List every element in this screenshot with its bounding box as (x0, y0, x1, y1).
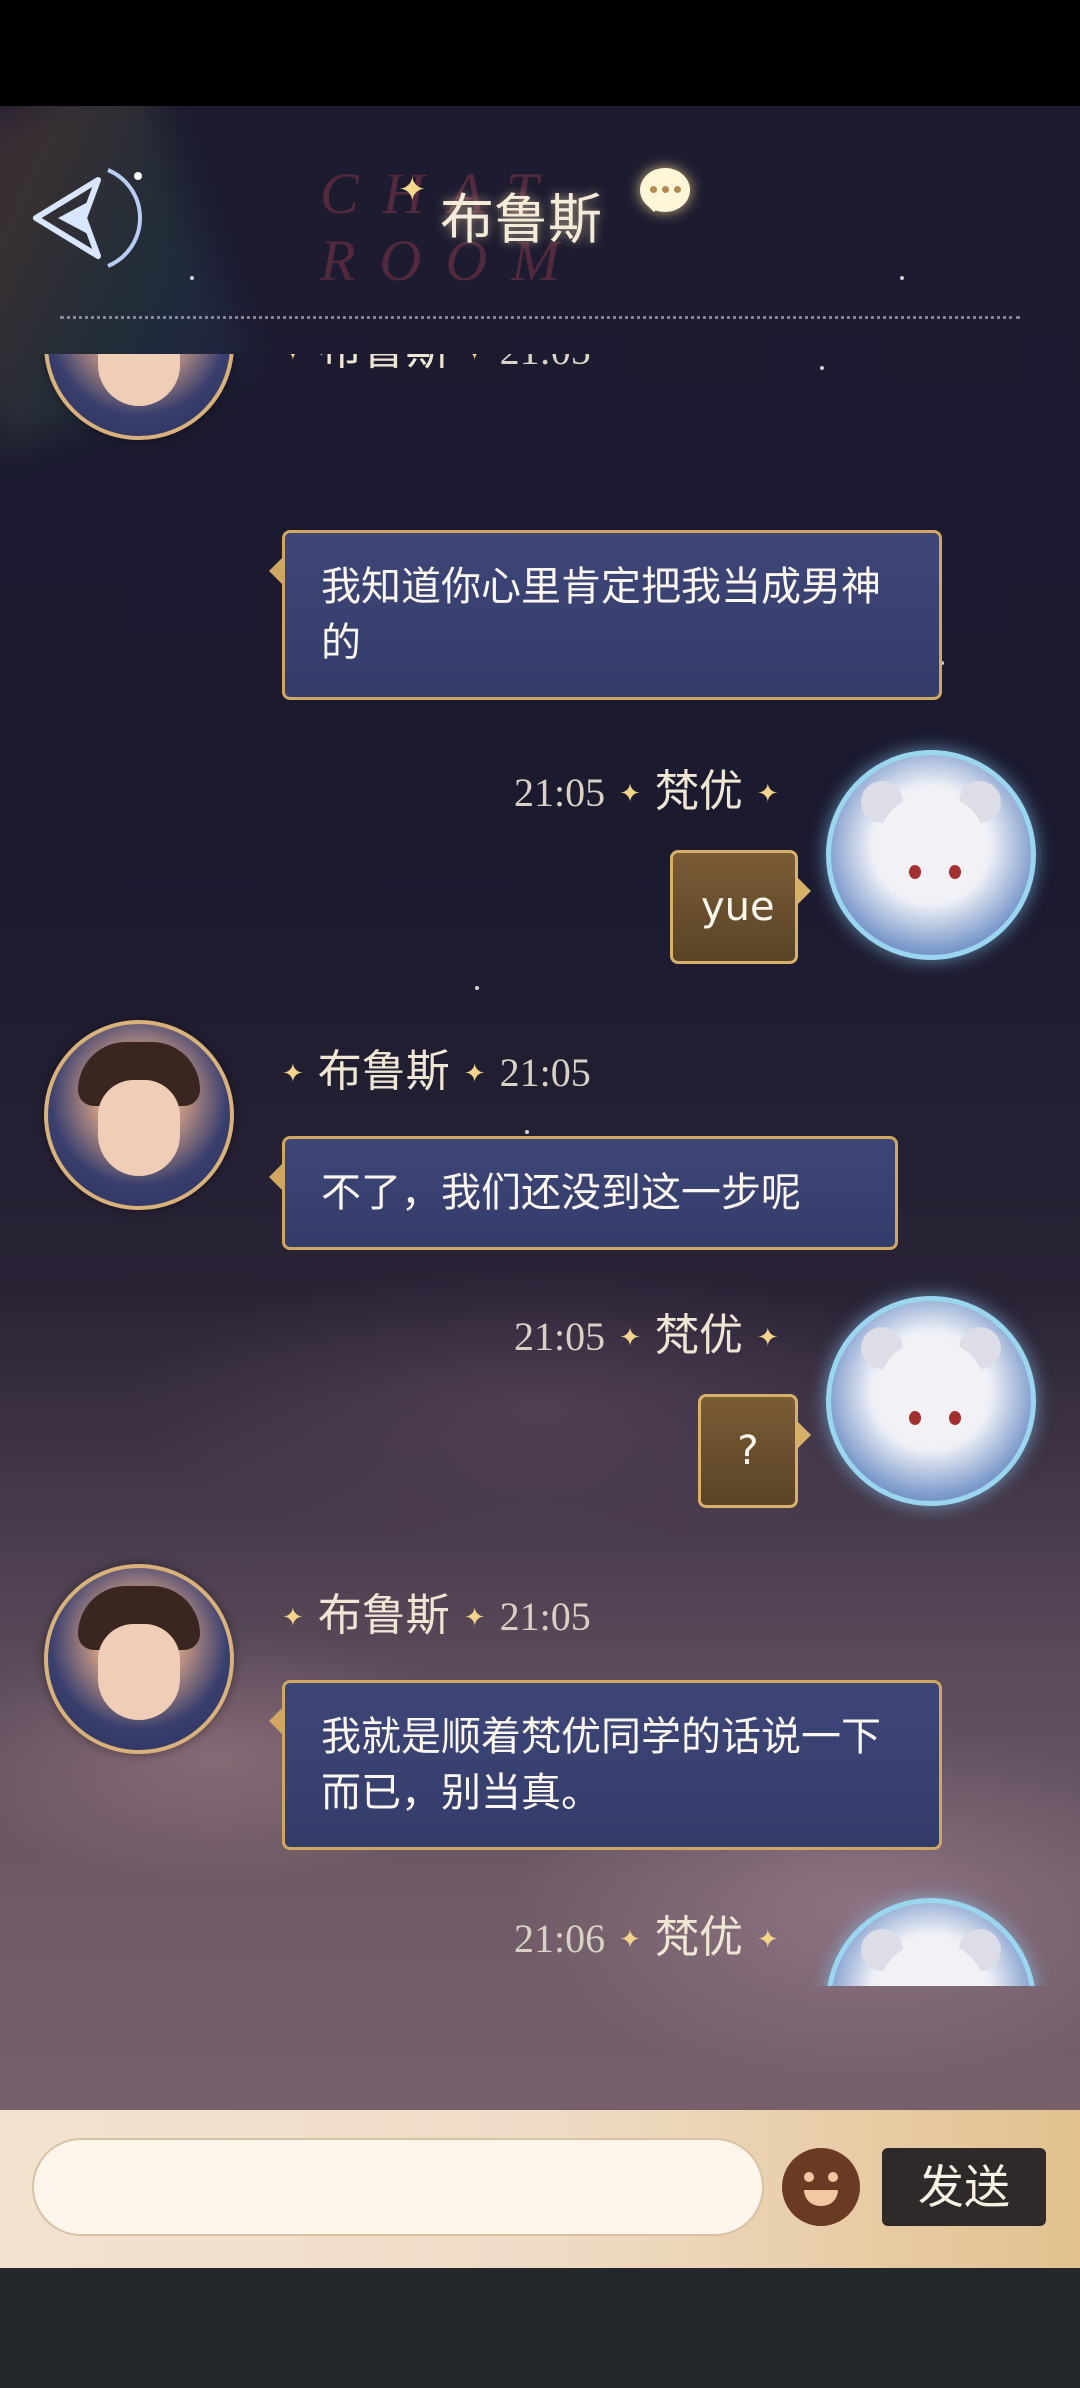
message-time: 21:05 (514, 770, 606, 815)
back-arrow-icon (33, 168, 142, 268)
message-time: 21:05 (500, 354, 591, 373)
avatar-bruce[interactable] (44, 1020, 234, 1210)
send-button[interactable]: 发送 (882, 2148, 1046, 2226)
sparkle-icon: ✦ (398, 170, 427, 210)
star-decoration (900, 276, 904, 280)
sender-name: 布鲁斯 (317, 1046, 450, 1097)
message-bubble-left[interactable]: 我就是顺着梵优同学的话说一下而已，别当真。 (269, 1680, 942, 1850)
message-meta: 21:05 ✦ 梵优 ✦ (514, 1310, 779, 1361)
message-bubble-left[interactable]: 我知道你心里肯定把我当成男神的 (269, 530, 942, 700)
message-input[interactable] (32, 2138, 764, 2236)
avatar-fanyou[interactable] (826, 1296, 1036, 1506)
page-title: 布鲁斯 (440, 188, 602, 251)
sender-name: 梵优 (654, 1912, 743, 1963)
back-button[interactable] (28, 160, 158, 270)
emoji-button[interactable] (782, 2148, 860, 2226)
message-time: 21:05 (499, 1594, 591, 1639)
avatar-bruce[interactable] (44, 1564, 234, 1754)
star-decoration (190, 276, 194, 280)
message-meta: ✦布鲁斯✦21:05 (282, 1046, 591, 1097)
header-divider (60, 316, 1020, 319)
sender-name: 梵优 (654, 766, 743, 817)
input-bar: 发送 (0, 2110, 1080, 2268)
message-bubble-right[interactable]: ? (698, 1394, 811, 1508)
sender-name: 梵优 (654, 1310, 743, 1361)
message-meta: 21:06 ✦ 梵优 ✦ (514, 1912, 779, 1963)
message-time: 21:06 (514, 1916, 606, 1961)
message-bubble-right[interactable]: yue (670, 850, 811, 964)
avatar-fanyou[interactable] (826, 750, 1036, 960)
chat-message-list[interactable]: ✦布鲁斯✦21:05 我知道你心里肯定把我当成男神的 21:05✦梵优✦ yue… (0, 354, 1080, 1986)
system-navigation-bar (0, 2268, 1080, 2388)
message-time: 21:05 (499, 1050, 591, 1095)
message-bubble-left[interactable]: 不了，我们还没到这一步呢 (269, 1136, 898, 1250)
message-meta: 21:05 ✦ 梵优 ✦ (514, 766, 779, 817)
sender-name: 布鲁斯 (318, 354, 450, 375)
chat-bubble-icon (640, 168, 690, 212)
status-bar (0, 0, 1080, 106)
sender-name: 布鲁斯 (317, 1590, 450, 1641)
message-time: 21:05 (514, 1314, 606, 1359)
message-meta: ✦布鲁斯✦21:05 (282, 1590, 591, 1641)
avatar-fanyou[interactable] (826, 1898, 1036, 1986)
avatar-bruce[interactable] (44, 354, 234, 440)
emoji-icon (804, 2172, 814, 2182)
message-meta: ✦布鲁斯✦21:05 (268, 354, 591, 380)
